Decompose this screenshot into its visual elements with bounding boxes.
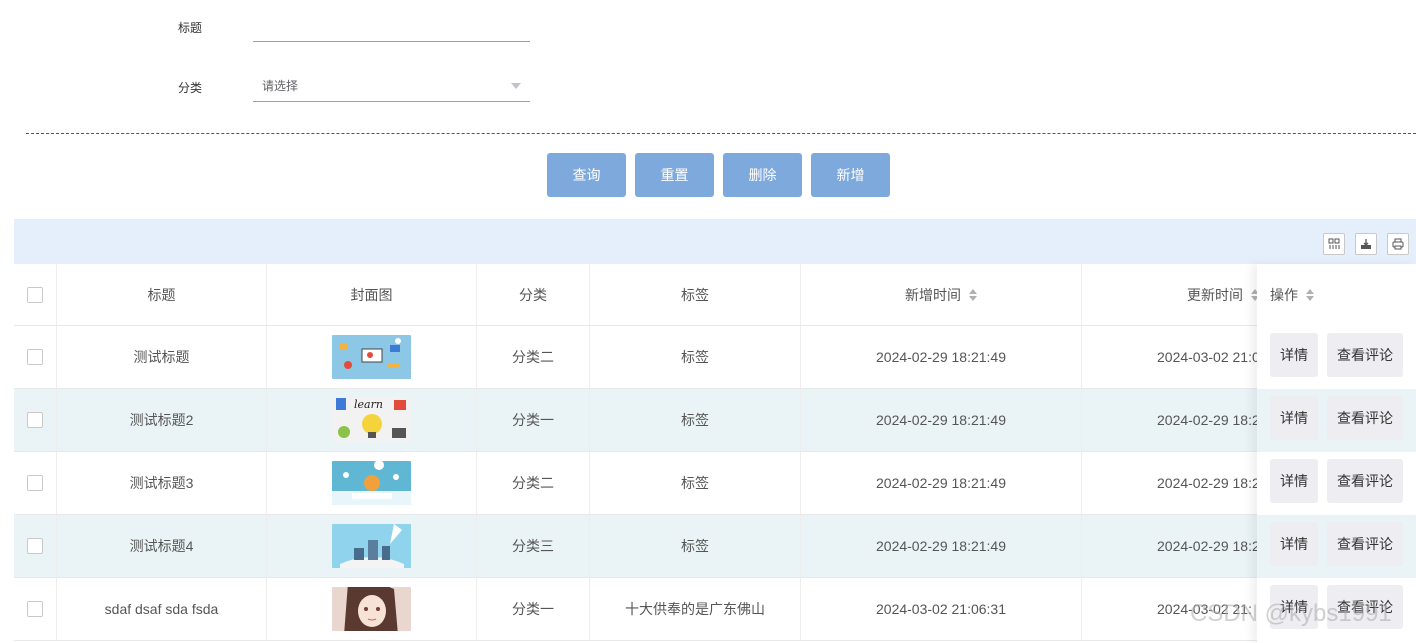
column-header-title: 标题 — [57, 264, 267, 325]
cell-category: 分类三 — [477, 515, 590, 577]
row-actions: 详情 查看评论 — [1257, 578, 1416, 641]
row-actions: 详情 查看评论 — [1257, 326, 1416, 389]
table-row: 测试标题2 learn 分类一 标签 2024-02-29 18:21:49 2… — [14, 389, 1416, 452]
table-toolbar — [14, 219, 1416, 264]
view-comments-button[interactable]: 查看评论 — [1327, 522, 1403, 566]
view-comments-button[interactable]: 查看评论 — [1327, 333, 1403, 377]
cell-created: 2024-02-29 18:21:49 — [801, 389, 1082, 451]
cell-title: 测试标题2 — [57, 389, 267, 451]
detail-button[interactable]: 详情 — [1270, 585, 1318, 629]
category-label: 分类 — [178, 81, 203, 95]
export-icon[interactable] — [1355, 233, 1377, 255]
column-header-operation[interactable]: 操作 — [1257, 264, 1416, 326]
row-checkbox[interactable] — [27, 601, 43, 617]
sort-icon[interactable] — [969, 288, 977, 301]
cell-created: 2024-02-29 18:21:49 — [801, 452, 1082, 514]
table-row: 测试标题3 分类二 标签 2024-02-29 18:21:49 2024-02… — [14, 452, 1416, 515]
operation-column: 操作 详情 查看评论 详情 查看评论 详情 查看评论 详情 查看评论 详情 查看… — [1257, 264, 1416, 643]
view-comments-button[interactable]: 查看评论 — [1327, 585, 1403, 629]
column-header-created[interactable]: 新增时间 — [801, 264, 1082, 325]
table-row: 测试标题 分类二 标签 2024-02-29 18:21:49 2024-03-… — [14, 326, 1416, 389]
column-header-updated-label: 更新时间 — [1187, 286, 1243, 303]
title-label: 标题 — [178, 21, 203, 35]
detail-button[interactable]: 详情 — [1270, 333, 1318, 377]
cell-category: 分类二 — [477, 452, 590, 514]
table-header-row: 标题 封面图 分类 标签 新增时间 更新时间 — [14, 264, 1416, 326]
cell-tag: 标签 — [590, 515, 801, 577]
cell-title: 测试标题4 — [57, 515, 267, 577]
reset-button[interactable]: 重置 — [635, 153, 714, 197]
row-checkbox[interactable] — [27, 538, 43, 554]
cover-thumbnail[interactable] — [332, 587, 411, 631]
detail-button[interactable]: 详情 — [1270, 459, 1318, 503]
cell-title: 测试标题3 — [57, 452, 267, 514]
column-header-created-label: 新增时间 — [905, 286, 961, 303]
sort-icon[interactable] — [1306, 289, 1314, 301]
cover-thumbnail[interactable] — [332, 335, 411, 379]
cell-category: 分类一 — [477, 389, 590, 451]
cover-thumbnail[interactable] — [332, 461, 411, 505]
row-actions: 详情 查看评论 — [1257, 389, 1416, 452]
cell-title: 测试标题 — [57, 326, 267, 388]
cell-category: 分类一 — [477, 578, 590, 640]
row-actions: 详情 查看评论 — [1257, 515, 1416, 578]
cell-created: 2024-02-29 18:21:49 — [801, 515, 1082, 577]
chevron-down-icon — [511, 83, 521, 89]
cell-tag: 标签 — [590, 452, 801, 514]
select-all-checkbox[interactable] — [27, 286, 43, 303]
query-button[interactable]: 查询 — [547, 153, 626, 197]
form-divider — [26, 133, 1416, 134]
cell-title: sdaf dsaf sda fsda — [57, 578, 267, 640]
columns-filter-icon[interactable] — [1323, 233, 1345, 255]
detail-button[interactable]: 详情 — [1270, 522, 1318, 566]
title-input[interactable] — [253, 10, 530, 42]
add-button[interactable]: 新增 — [811, 153, 890, 197]
table-row: sdaf dsaf sda fsda 分类一 十大供奉的是广东佛山 2024-0… — [14, 578, 1416, 641]
cell-tag: 标签 — [590, 326, 801, 388]
view-comments-button[interactable]: 查看评论 — [1327, 459, 1403, 503]
cell-tag: 十大供奉的是广东佛山 — [590, 578, 801, 640]
row-checkbox[interactable] — [27, 412, 43, 428]
print-icon[interactable] — [1387, 233, 1409, 255]
category-select[interactable]: 请选择 — [253, 70, 530, 102]
delete-button[interactable]: 删除 — [723, 153, 802, 197]
row-checkbox[interactable] — [27, 475, 43, 491]
detail-button[interactable]: 详情 — [1270, 396, 1318, 440]
row-checkbox[interactable] — [27, 349, 43, 365]
column-header-cover: 封面图 — [267, 264, 477, 325]
column-header-tag: 标签 — [590, 264, 801, 325]
cell-tag: 标签 — [590, 389, 801, 451]
svg-text:learn: learn — [354, 398, 383, 411]
cover-thumbnail[interactable] — [332, 524, 411, 568]
column-header-category: 分类 — [477, 264, 590, 325]
row-actions: 详情 查看评论 — [1257, 452, 1416, 515]
view-comments-button[interactable]: 查看评论 — [1327, 396, 1403, 440]
cell-created: 2024-02-29 18:21:49 — [801, 326, 1082, 388]
cell-created: 2024-03-02 21:06:31 — [801, 578, 1082, 640]
cell-category: 分类二 — [477, 326, 590, 388]
category-placeholder: 请选择 — [262, 79, 299, 93]
table-row: 测试标题4 分类三 标签 2024-02-29 18:21:49 2024-02… — [14, 515, 1416, 578]
cover-thumbnail[interactable]: learn — [332, 398, 411, 442]
column-header-operation-label: 操作 — [1270, 287, 1298, 303]
